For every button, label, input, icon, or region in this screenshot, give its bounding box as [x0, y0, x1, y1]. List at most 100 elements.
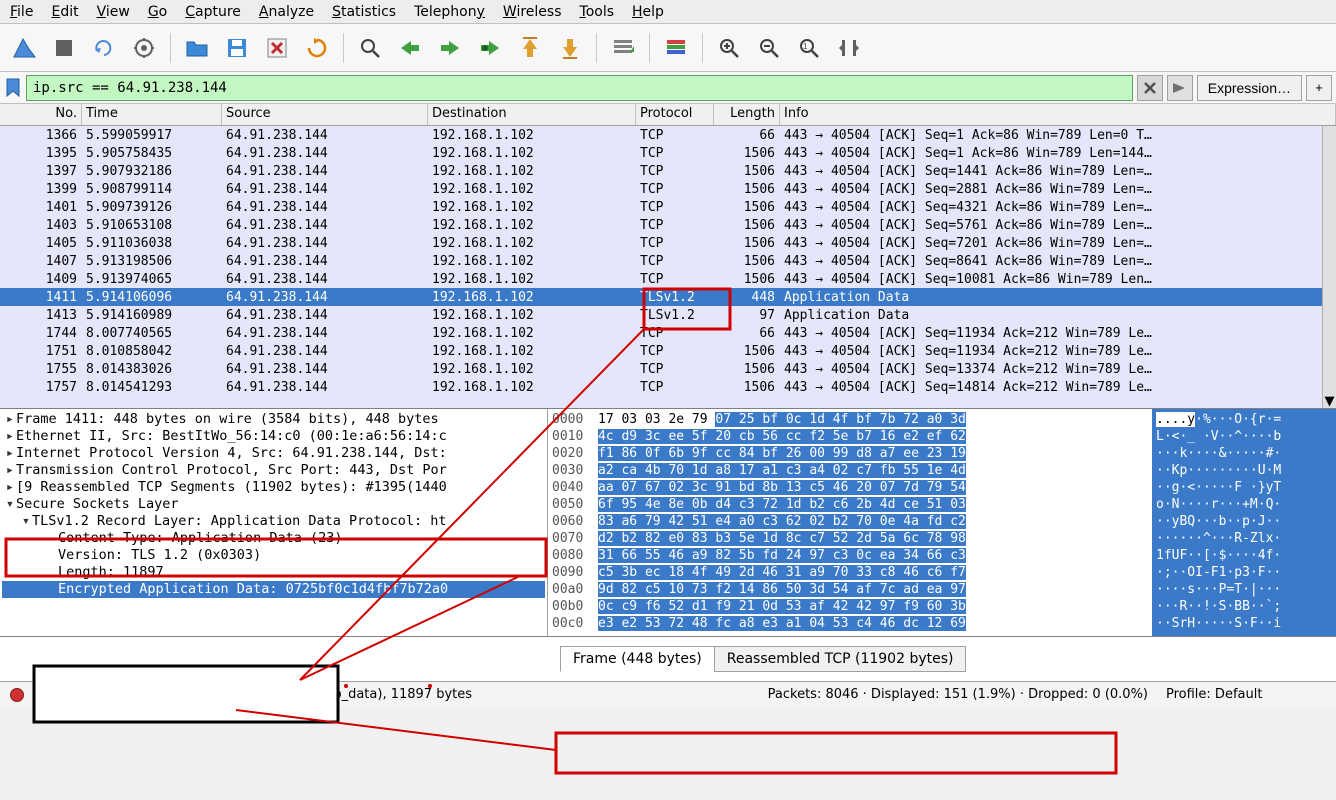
scroll-down-icon[interactable]: ▼ — [1323, 394, 1336, 408]
zoom-in-icon[interactable] — [711, 30, 747, 66]
packet-row[interactable]: 14135.91416098964.91.238.144192.168.1.10… — [0, 306, 1336, 324]
col-header-length[interactable]: Length — [714, 104, 780, 125]
packet-row[interactable]: 14035.91065310864.91.238.144192.168.1.10… — [0, 216, 1336, 234]
cell-dst: 192.168.1.102 — [428, 252, 636, 270]
restart-capture-icon[interactable] — [86, 30, 122, 66]
shark-fin-icon[interactable] — [6, 30, 42, 66]
col-header-protocol[interactable]: Protocol — [636, 104, 714, 125]
reload-file-icon[interactable] — [299, 30, 335, 66]
goto-first-icon[interactable] — [512, 30, 548, 66]
cell-proto: TCP — [636, 252, 714, 270]
menu-edit[interactable]: Edit — [45, 2, 84, 22]
col-header-no[interactable]: No. — [0, 104, 82, 125]
add-filter-button[interactable]: + — [1306, 75, 1332, 101]
col-header-source[interactable]: Source — [222, 104, 428, 125]
cell-proto: TCP — [636, 180, 714, 198]
packet-row[interactable]: 14015.90973912664.91.238.144192.168.1.10… — [0, 198, 1336, 216]
packet-details-pane[interactable]: ▸Frame 1411: 448 bytes on wire (3584 bit… — [0, 409, 548, 636]
bookmark-icon[interactable] — [4, 76, 22, 100]
detail-ip: ▸Internet Protocol Version 4, Src: 64.91… — [2, 445, 545, 462]
expert-info-led-icon[interactable] — [10, 688, 24, 702]
packet-list-scrollbar[interactable]: ▲ ▼ — [1322, 104, 1336, 408]
packet-row[interactable]: 14115.91410609664.91.238.144192.168.1.10… — [0, 288, 1336, 306]
close-file-icon[interactable] — [259, 30, 295, 66]
menu-wireless[interactable]: Wireless — [497, 2, 568, 22]
cell-len: 1506 — [714, 252, 780, 270]
menu-go[interactable]: Go — [142, 2, 173, 22]
cell-info: 443 → 40504 [ACK] Seq=1441 Ack=86 Win=78… — [780, 162, 1336, 180]
clear-filter-button[interactable] — [1137, 75, 1163, 101]
menu-analyze[interactable]: Analyze — [253, 2, 320, 22]
zoom-out-icon[interactable] — [751, 30, 787, 66]
find-packet-icon[interactable] — [352, 30, 388, 66]
hex-bytes[interactable]: 17 03 03 2e 79 07 25 bf 0c 1d 4f bf 7b 7… — [596, 409, 1152, 636]
cell-dst: 192.168.1.102 — [428, 198, 636, 216]
cell-dst: 192.168.1.102 — [428, 306, 636, 324]
menu-telephony[interactable]: Telephony — [408, 2, 491, 22]
packet-row[interactable]: 17558.01438302664.91.238.144192.168.1.10… — [0, 360, 1336, 378]
cell-no: 1403 — [0, 216, 82, 234]
go-forward-icon[interactable] — [432, 30, 468, 66]
packet-row[interactable]: 14075.91319850664.91.238.144192.168.1.10… — [0, 252, 1336, 270]
cell-info: Application Data — [780, 306, 1336, 324]
apply-filter-button[interactable] — [1167, 75, 1193, 101]
menu-view[interactable]: View — [91, 2, 136, 22]
status-profile[interactable]: Profile: Default — [1166, 687, 1326, 702]
auto-scroll-icon[interactable] — [605, 30, 641, 66]
save-file-icon[interactable] — [219, 30, 255, 66]
cell-info: 443 → 40504 [ACK] Seq=8641 Ack=86 Win=78… — [780, 252, 1336, 270]
packet-list-rows[interactable]: 13665.59905991764.91.238.144192.168.1.10… — [0, 126, 1336, 408]
tab-reassembled-tcp[interactable]: Reassembled TCP (11902 bytes) — [714, 646, 967, 672]
colorize-icon[interactable] — [658, 30, 694, 66]
capture-options-icon[interactable] — [126, 30, 162, 66]
menu-help[interactable]: Help — [626, 2, 670, 22]
packet-row[interactable]: 17578.01454129364.91.238.144192.168.1.10… — [0, 378, 1336, 396]
menu-tools[interactable]: Tools — [574, 2, 621, 22]
cell-proto: TCP — [636, 360, 714, 378]
cell-no: 1395 — [0, 144, 82, 162]
cell-src: 64.91.238.144 — [222, 216, 428, 234]
menu-file[interactable]: File — [4, 2, 39, 22]
cell-len: 1506 — [714, 198, 780, 216]
cell-proto: TCP — [636, 378, 714, 396]
svg-text:1: 1 — [803, 42, 808, 51]
packet-row[interactable]: 14095.91397406564.91.238.144192.168.1.10… — [0, 270, 1336, 288]
goto-last-icon[interactable] — [552, 30, 588, 66]
menu-capture[interactable]: Capture — [179, 2, 247, 22]
cell-len: 1506 — [714, 342, 780, 360]
tab-frame-bytes[interactable]: Frame (448 bytes) — [560, 646, 715, 672]
cell-len: 1506 — [714, 180, 780, 198]
cell-dst: 192.168.1.102 — [428, 342, 636, 360]
expression-button[interactable]: Expression… — [1197, 75, 1302, 101]
menu-statistics[interactable]: Statistics — [326, 2, 402, 22]
zoom-reset-icon[interactable]: 1 — [791, 30, 827, 66]
stop-capture-icon[interactable] — [46, 30, 82, 66]
go-back-icon[interactable] — [392, 30, 428, 66]
packet-list-header: No. Time Source Destination Protocol Len… — [0, 104, 1336, 126]
packet-row[interactable]: 13665.59905991764.91.238.144192.168.1.10… — [0, 126, 1336, 144]
resize-columns-icon[interactable] — [831, 30, 867, 66]
packet-row[interactable]: 13955.90575843564.91.238.144192.168.1.10… — [0, 144, 1336, 162]
col-header-info[interactable]: Info — [780, 104, 1336, 125]
cell-time: 8.010858042 — [82, 342, 222, 360]
cell-info: Application Data — [780, 288, 1336, 306]
cell-no: 1397 — [0, 162, 82, 180]
packet-bytes-pane[interactable]: 0000001000200030004000500060007000800090… — [548, 409, 1336, 636]
cell-dst: 192.168.1.102 — [428, 126, 636, 144]
cell-len: 66 — [714, 324, 780, 342]
packet-row[interactable]: 14055.91103603864.91.238.144192.168.1.10… — [0, 234, 1336, 252]
packet-row[interactable]: 17448.00774056564.91.238.144192.168.1.10… — [0, 324, 1336, 342]
open-file-icon[interactable] — [179, 30, 215, 66]
cell-time: 5.911036038 — [82, 234, 222, 252]
toolbar-separator — [343, 33, 344, 63]
goto-packet-icon[interactable] — [472, 30, 508, 66]
col-header-time[interactable]: Time — [82, 104, 222, 125]
cell-dst: 192.168.1.102 — [428, 216, 636, 234]
packet-row[interactable]: 13975.90793218664.91.238.144192.168.1.10… — [0, 162, 1336, 180]
display-filter-input[interactable] — [26, 75, 1133, 101]
detail-reassembled: ▸[9 Reassembled TCP Segments (11902 byte… — [2, 479, 545, 496]
col-header-destination[interactable]: Destination — [428, 104, 636, 125]
packet-row[interactable]: 17518.01085804264.91.238.144192.168.1.10… — [0, 342, 1336, 360]
packet-row[interactable]: 13995.90879911464.91.238.144192.168.1.10… — [0, 180, 1336, 198]
cell-dst: 192.168.1.102 — [428, 234, 636, 252]
